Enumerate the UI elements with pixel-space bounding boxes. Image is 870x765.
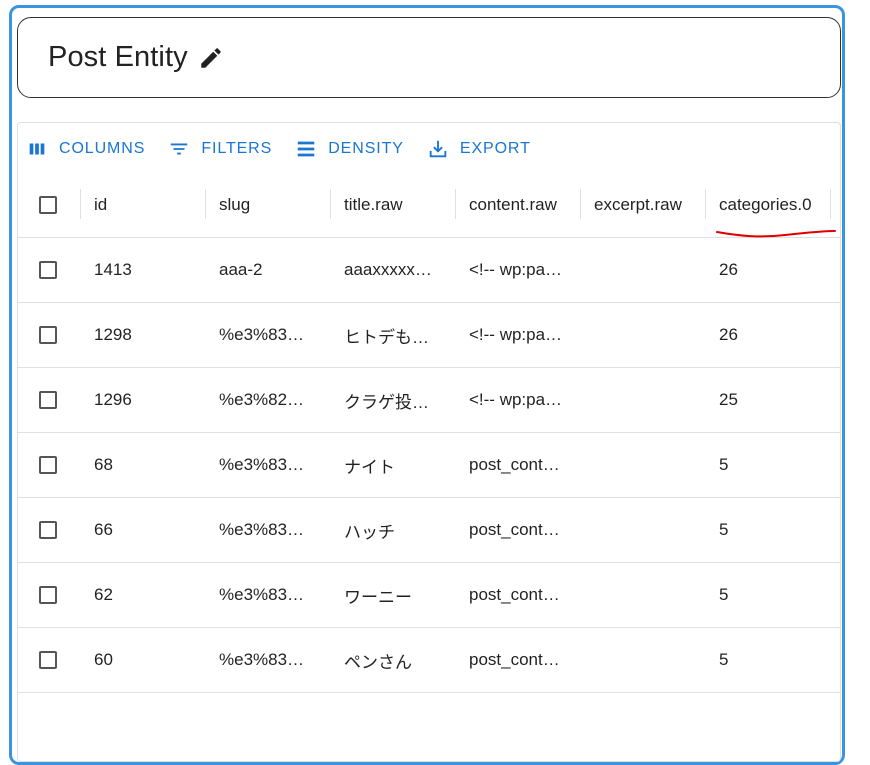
column-separator[interactable]	[580, 189, 581, 219]
row-select-cell	[39, 238, 63, 302]
cell-excerpt[interactable]	[594, 238, 704, 302]
cell-content[interactable]: <!-- wp:pa…	[469, 303, 579, 367]
table-row[interactable]: 68 %e3%83… ナイト post_cont… 5	[18, 433, 840, 498]
table-row[interactable]: 1296 %e3%82… クラゲ投… <!-- wp:pa… 25	[18, 368, 840, 433]
cell-category[interactable]: 25	[719, 368, 837, 432]
row-checkbox[interactable]	[39, 586, 57, 604]
columns-icon	[29, 143, 45, 155]
cell-slug[interactable]: %e3%83…	[219, 563, 329, 627]
cell-title[interactable]: ペンさん	[344, 628, 454, 692]
cell-content[interactable]: <!-- wp:pa…	[469, 238, 579, 302]
density-label: DENSITY	[328, 140, 404, 157]
density-icon	[297, 141, 315, 157]
column-header-content[interactable]: content.raw	[469, 173, 579, 237]
cell-excerpt[interactable]	[594, 498, 704, 562]
row-select-cell	[39, 498, 63, 562]
cell-content[interactable]: post_cont…	[469, 433, 579, 497]
row-select-cell	[39, 368, 63, 432]
select-all-checkbox[interactable]	[39, 196, 57, 214]
cell-slug[interactable]: %e3%83…	[219, 303, 329, 367]
column-separator[interactable]	[205, 189, 206, 219]
cell-title[interactable]: ワーニー	[344, 563, 454, 627]
cell-id[interactable]: 1413	[94, 238, 204, 302]
grid-toolbar: COLUMNS FILTERS DENSITY EXPORT	[18, 135, 544, 163]
data-grid: COLUMNS FILTERS DENSITY EXPORT id slug t…	[17, 122, 841, 762]
cell-title[interactable]: クラゲ投…	[344, 368, 454, 432]
cell-content[interactable]: post_cont…	[469, 563, 579, 627]
cell-category[interactable]: 26	[719, 238, 837, 302]
filters-label: FILTERS	[201, 140, 273, 157]
cell-content[interactable]: post_cont…	[469, 498, 579, 562]
cell-id[interactable]: 66	[94, 498, 204, 562]
cell-excerpt[interactable]	[594, 303, 704, 367]
cell-content[interactable]: <!-- wp:pa…	[469, 368, 579, 432]
cell-slug[interactable]: %e3%82…	[219, 368, 329, 432]
pencil-icon[interactable]	[198, 45, 224, 71]
cell-excerpt[interactable]	[594, 433, 704, 497]
export-button[interactable]: EXPORT	[427, 138, 531, 160]
cell-title[interactable]: ヒトデも…	[344, 303, 454, 367]
table-row[interactable]: 66 %e3%83… ハッチ post_cont… 5	[18, 498, 840, 563]
row-checkbox[interactable]	[39, 456, 57, 474]
cell-id[interactable]: 62	[94, 563, 204, 627]
cell-category[interactable]: 5	[719, 628, 837, 692]
column-separator[interactable]	[330, 189, 331, 219]
select-all-cell	[39, 173, 63, 237]
cell-id[interactable]: 1296	[94, 368, 204, 432]
column-separator[interactable]	[80, 189, 81, 219]
columns-button[interactable]: COLUMNS	[26, 138, 145, 160]
row-checkbox[interactable]	[39, 261, 57, 279]
cell-category[interactable]: 5	[719, 433, 837, 497]
cell-excerpt[interactable]	[594, 563, 704, 627]
column-header-excerpt[interactable]: excerpt.raw	[594, 173, 704, 237]
column-separator[interactable]	[455, 189, 456, 219]
column-separator[interactable]	[705, 189, 706, 219]
row-select-cell	[39, 303, 63, 367]
cell-excerpt[interactable]	[594, 628, 704, 692]
cell-category[interactable]: 26	[719, 303, 837, 367]
row-checkbox[interactable]	[39, 521, 57, 539]
row-checkbox[interactable]	[39, 391, 57, 409]
page-title: Post Entity	[48, 41, 188, 73]
row-select-cell	[39, 628, 63, 692]
cell-category[interactable]: 5	[719, 563, 837, 627]
cell-slug[interactable]: %e3%83…	[219, 498, 329, 562]
table-row[interactable]: 60 %e3%83… ペンさん post_cont… 5	[18, 628, 840, 693]
cell-id[interactable]: 60	[94, 628, 204, 692]
cell-slug[interactable]: %e3%83…	[219, 433, 329, 497]
row-select-cell	[39, 563, 63, 627]
export-icon	[429, 140, 447, 158]
export-label: EXPORT	[459, 140, 531, 157]
filters-button[interactable]: FILTERS	[168, 138, 272, 160]
column-header-slug[interactable]: slug	[219, 173, 329, 237]
cell-category[interactable]: 5	[719, 498, 837, 562]
row-checkbox[interactable]	[39, 326, 57, 344]
table-row[interactable]: 62 %e3%83… ワーニー post_cont… 5	[18, 563, 840, 628]
page-title-card: Post Entity	[17, 17, 841, 98]
column-separator[interactable]	[830, 189, 831, 219]
cell-id[interactable]: 68	[94, 433, 204, 497]
density-button[interactable]: DENSITY	[295, 138, 404, 160]
cell-slug[interactable]: aaa-2	[219, 238, 329, 302]
cell-excerpt[interactable]	[594, 368, 704, 432]
columns-label: COLUMNS	[59, 140, 146, 157]
table-row[interactable]: 1298 %e3%83… ヒトデも… <!-- wp:pa… 26	[18, 303, 840, 368]
cell-title[interactable]: aaaxxxxx…	[344, 238, 454, 302]
row-select-cell	[39, 433, 63, 497]
column-header-id[interactable]: id	[94, 173, 204, 237]
table-row[interactable]: 1413 aaa-2 aaaxxxxx… <!-- wp:pa… 26	[18, 238, 840, 303]
filter-icon	[171, 143, 188, 155]
cell-id[interactable]: 1298	[94, 303, 204, 367]
row-checkbox[interactable]	[39, 651, 57, 669]
cell-title[interactable]: ナイト	[344, 433, 454, 497]
cell-content[interactable]: post_cont…	[469, 628, 579, 692]
column-header-title[interactable]: title.raw	[344, 173, 454, 237]
cell-slug[interactable]: %e3%83…	[219, 628, 329, 692]
cell-title[interactable]: ハッチ	[344, 498, 454, 562]
